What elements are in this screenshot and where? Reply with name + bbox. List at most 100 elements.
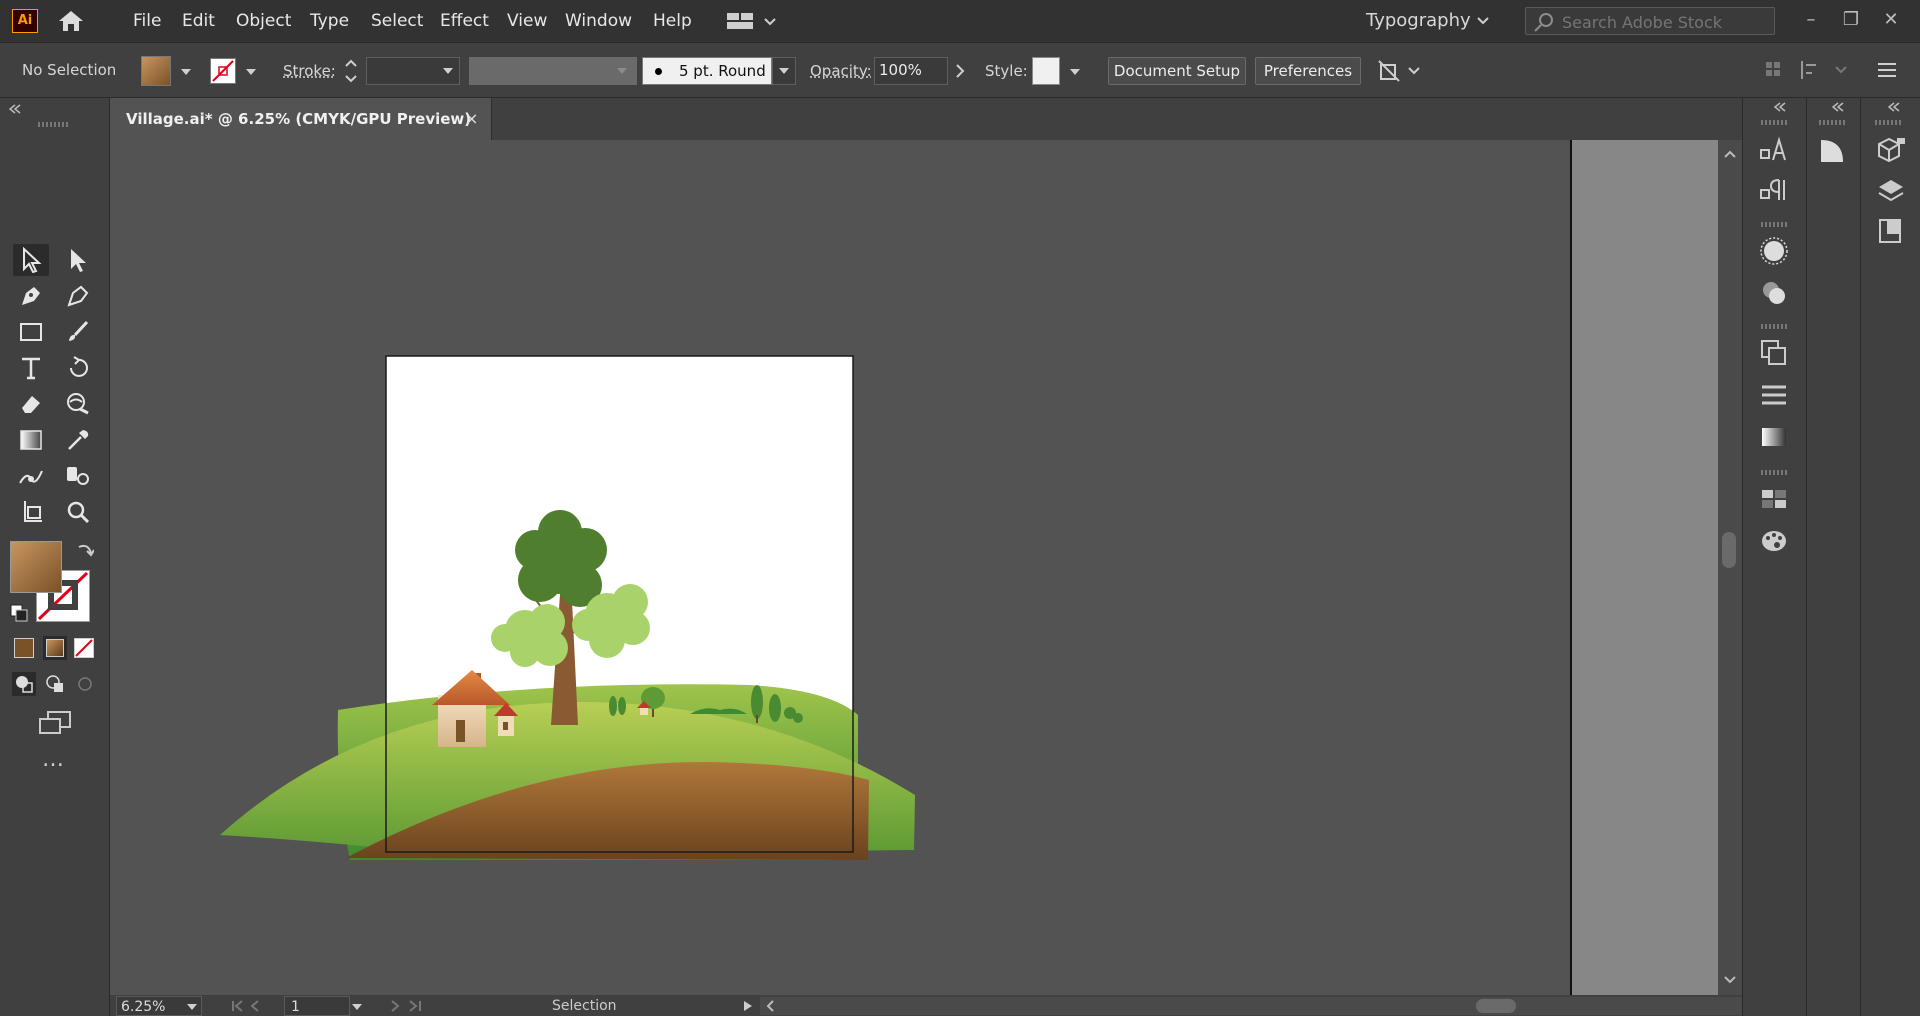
variable-width-profile[interactable] (469, 57, 637, 85)
minimize-icon[interactable]: – (1796, 5, 1826, 35)
vertical-scrollbar[interactable] (1718, 140, 1742, 995)
fill-color-box[interactable] (10, 541, 62, 593)
artboard-number-field[interactable]: 1 (284, 996, 350, 1016)
gradient-mode-button[interactable] (43, 636, 67, 660)
menu-object[interactable]: Object (236, 0, 291, 42)
fill-dropdown-icon[interactable] (181, 69, 191, 75)
default-fill-stroke-icon[interactable] (10, 604, 30, 622)
close-tab-icon[interactable]: × (465, 98, 478, 140)
type-tool[interactable] (13, 352, 49, 384)
graphic-styles-icon[interactable] (1759, 278, 1789, 308)
draw-normal-button[interactable] (12, 672, 36, 696)
style-dropdown-icon[interactable] (1070, 69, 1080, 75)
opacity-label[interactable]: Opacity: (810, 61, 872, 81)
chevron-down-icon[interactable] (1476, 16, 1490, 26)
panel-menu-icon[interactable] (1876, 59, 1898, 81)
menu-help[interactable]: Help (653, 0, 692, 42)
menu-select[interactable]: Select (371, 0, 423, 42)
stroke-weight-stepper[interactable] (344, 57, 358, 85)
scroll-up-icon[interactable] (1718, 144, 1742, 164)
rotate-tool[interactable] (60, 352, 96, 384)
selection-tool[interactable] (13, 244, 49, 276)
libraries-panel-icon[interactable] (1875, 134, 1907, 166)
character-panel-icon[interactable] (1757, 136, 1791, 164)
search-input[interactable] (1560, 10, 1774, 34)
brush-dropdown[interactable] (772, 57, 796, 85)
eyedropper-tool[interactable] (60, 424, 96, 456)
stroke-swatch[interactable] (210, 58, 236, 84)
zoom-value[interactable]: 6.25% (121, 999, 165, 1015)
panel-grip[interactable] (38, 122, 68, 127)
collapse-dock-icon[interactable] (1831, 102, 1845, 112)
stroke-label[interactable]: Stroke: (283, 61, 336, 81)
opacity-field[interactable]: 100% (874, 57, 948, 85)
restore-icon[interactable]: ❐ (1836, 5, 1866, 35)
current-tool-status[interactable]: Selection (552, 998, 617, 1014)
shape-builder-tool[interactable] (60, 460, 96, 492)
collapse-dock-icon[interactable] (1773, 102, 1787, 112)
more-tools-icon[interactable]: … (42, 749, 64, 771)
swap-fill-stroke-icon[interactable] (76, 541, 94, 559)
rectangle-tool[interactable] (13, 316, 49, 348)
artboard-dropdown-icon[interactable] (352, 1004, 362, 1010)
artboard-nav-prev-icon[interactable] (230, 999, 290, 1013)
transparency-panel-icon[interactable] (1817, 136, 1849, 166)
scroll-down-icon[interactable] (1718, 970, 1742, 990)
artboard-nav-next-icon[interactable] (380, 999, 440, 1013)
blend-tool[interactable] (13, 460, 49, 492)
menu-effect[interactable]: Effect (440, 0, 489, 42)
canvas[interactable] (110, 140, 1722, 995)
swatches-panel-icon[interactable] (1759, 484, 1789, 514)
appearance-panel-icon[interactable] (1759, 236, 1789, 266)
workspace-switcher[interactable]: Typography (1366, 0, 1471, 42)
draw-behind-button[interactable] (43, 672, 67, 696)
close-icon[interactable]: ✕ (1876, 5, 1906, 35)
eraser-tool[interactable] (13, 388, 49, 420)
zoom-field[interactable]: 6.25% (116, 996, 202, 1016)
paintbrush-tool[interactable] (60, 316, 96, 348)
direct-selection-tool[interactable] (60, 244, 96, 276)
brush-definition[interactable]: 5 pt. Round (642, 57, 772, 85)
collapse-dock-icon[interactable] (1887, 102, 1901, 112)
paragraph-panel-icon[interactable] (1757, 176, 1791, 204)
opacity-value[interactable]: 100% (879, 61, 922, 79)
stroke-dropdown-icon[interactable] (246, 69, 256, 75)
menu-edit[interactable]: Edit (182, 0, 215, 42)
collapse-panel-icon[interactable] (8, 104, 22, 114)
stroke-panel-icon[interactable] (1759, 380, 1789, 410)
zoom-tool[interactable] (60, 496, 96, 528)
search-stock[interactable] (1525, 7, 1775, 35)
status-menu-icon[interactable] (742, 1000, 754, 1012)
artwork[interactable] (110, 140, 1570, 995)
pathfinder-icon[interactable] (1759, 338, 1789, 368)
align-options-icon[interactable] (1766, 59, 1886, 81)
fill-swatch[interactable] (141, 56, 171, 86)
draw-inside-button[interactable] (73, 672, 97, 696)
horizontal-scroll-thumb[interactable] (1476, 999, 1516, 1013)
vertical-scroll-thumb[interactable] (1722, 532, 1736, 568)
menu-file[interactable]: File (133, 0, 161, 42)
gradient-panel-icon[interactable] (1759, 422, 1789, 452)
layers-panel-icon[interactable] (1875, 176, 1907, 206)
gradient-tool[interactable] (13, 424, 49, 456)
menu-window[interactable]: Window (565, 0, 632, 42)
document-tab[interactable]: Village.ai* @ 6.25% (CMYK/GPU Preview) × (110, 98, 492, 140)
style-swatch[interactable] (1032, 57, 1060, 85)
document-setup-button[interactable]: Document Setup (1108, 57, 1246, 85)
pen-tool[interactable] (13, 280, 49, 312)
menu-view[interactable]: View (507, 0, 547, 42)
screen-mode-icon[interactable] (38, 710, 72, 736)
transform-icon[interactable] (1377, 59, 1425, 83)
arrange-documents-icon[interactable] (726, 11, 776, 31)
none-mode-button[interactable] (74, 638, 94, 658)
preferences-button[interactable]: Preferences (1255, 57, 1361, 85)
stroke-weight-field[interactable] (366, 57, 460, 85)
curvature-tool[interactable] (60, 280, 96, 312)
color-mode-button[interactable] (14, 638, 34, 658)
artboard-number[interactable]: 1 (291, 999, 300, 1015)
chevron-right-icon[interactable] (955, 63, 965, 79)
horizontal-scrollbar[interactable] (760, 997, 1840, 1015)
home-icon[interactable] (56, 9, 86, 33)
color-palette-icon[interactable] (1759, 526, 1789, 556)
artboard-tool[interactable] (13, 496, 49, 528)
